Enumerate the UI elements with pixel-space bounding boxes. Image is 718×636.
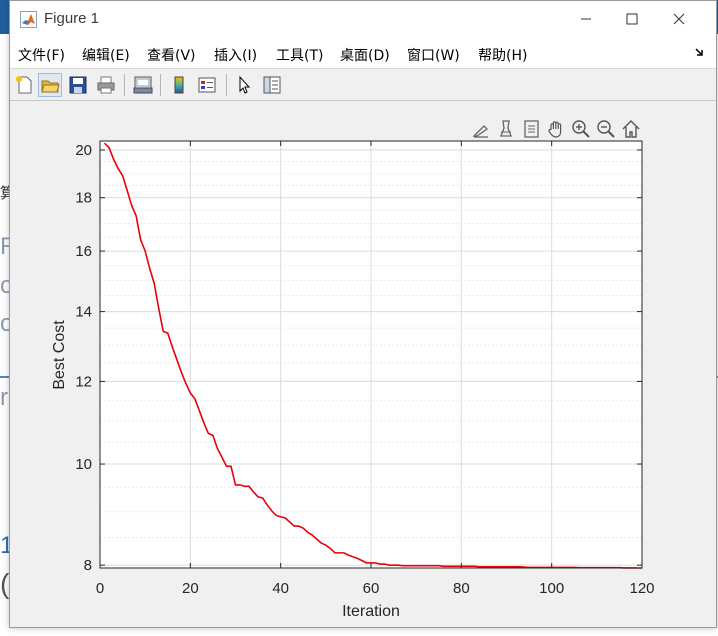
y-tick-label: 18 (75, 190, 92, 207)
y-axis-label: Best Cost (51, 320, 68, 390)
y-tick-label: 20 (75, 142, 92, 159)
x-tick-label: 100 (539, 580, 564, 597)
x-axis-label: Iteration (342, 603, 400, 620)
x-tick-labels: 0 20 40 60 80 100 120 (96, 580, 655, 597)
y-tick-label: 8 (84, 557, 92, 574)
y-tick-label: 12 (75, 373, 92, 390)
x-tick-label: 60 (363, 580, 380, 597)
y-tick-label: 10 (75, 456, 92, 473)
y-tick-label: 16 (75, 243, 92, 260)
plot-canvas: 0 20 40 60 80 100 120 8101214161820 Iteration … (51, 140, 655, 620)
y-tick-label: 14 (75, 304, 92, 321)
x-tick-label: 0 (96, 580, 104, 597)
x-tick-label: 120 (629, 580, 654, 597)
x-tick-label: 20 (182, 580, 199, 597)
x-tick-label: 80 (453, 580, 470, 597)
y-tick-labels: 8 10 12 14 16 18 20 (75, 142, 92, 574)
x-tick-label: 40 (272, 580, 289, 597)
